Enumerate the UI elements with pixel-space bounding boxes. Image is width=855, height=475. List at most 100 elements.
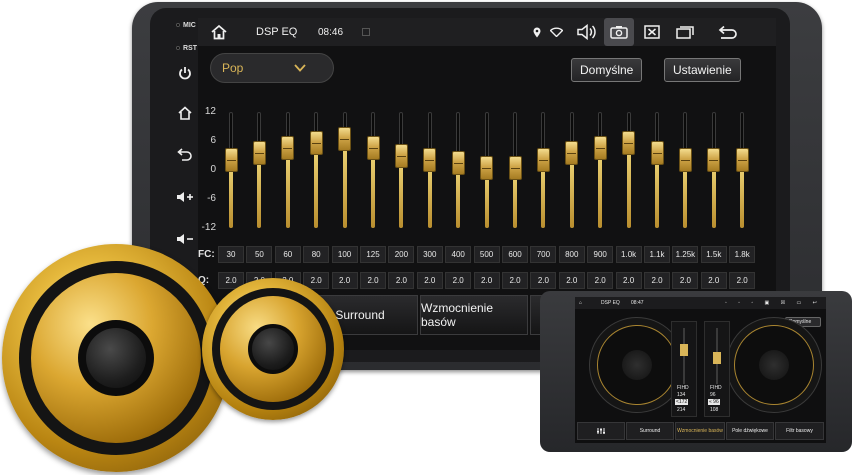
eq-slider-knob[interactable] xyxy=(423,148,437,173)
eq-slider-knob[interactable] xyxy=(622,131,636,156)
mini-home-icon[interactable]: ⌂ xyxy=(579,300,582,306)
q-value[interactable]: 2.0 xyxy=(615,272,642,289)
mini-right-value-3: 108 xyxy=(710,407,719,413)
volume-icon[interactable] xyxy=(577,18,597,46)
mini-tab-bass-boost[interactable]: Wzmocnienie basów xyxy=(675,422,725,440)
q-value[interactable]: 2.0 xyxy=(331,272,358,289)
fc-value[interactable]: 1.5k xyxy=(700,246,727,263)
fc-value[interactable]: 1.0k xyxy=(615,246,642,263)
q-value[interactable]: 2.0 xyxy=(672,272,699,289)
back-icon[interactable] xyxy=(171,143,199,165)
mini-left-value-1: 134 xyxy=(677,392,686,398)
fc-value[interactable]: 300 xyxy=(416,246,443,263)
fc-value[interactable]: 800 xyxy=(558,246,585,263)
volume-up-icon[interactable] xyxy=(171,186,199,208)
eq-slider-knob[interactable] xyxy=(735,148,749,173)
fc-value[interactable]: 125 xyxy=(360,246,386,263)
tab-bass-boost[interactable]: Wzmocnienie basów xyxy=(420,295,528,335)
fc-value[interactable]: 400 xyxy=(445,246,472,263)
eq-slider-knob[interactable] xyxy=(508,155,522,180)
fc-value[interactable]: 100 xyxy=(331,246,358,263)
power-icon[interactable] xyxy=(171,62,199,84)
q-value[interactable]: 2.0 xyxy=(729,272,756,289)
mini-tab-eq-icon[interactable] xyxy=(577,422,625,440)
eq-slider-knob[interactable] xyxy=(252,141,266,166)
mini-tab-bass-filter[interactable]: Filtr basowy xyxy=(775,422,824,440)
eq-slider-knob[interactable] xyxy=(309,131,323,156)
preset-dropdown[interactable]: Pop xyxy=(210,53,334,83)
fc-value[interactable]: 1.25k xyxy=(672,246,699,263)
mini-status-icons: ◦ ◦ ◦ ▣ ☒ ▭ ↩ xyxy=(725,300,822,306)
eq-slider-knob[interactable] xyxy=(593,136,607,161)
eq-slider-knob[interactable] xyxy=(480,155,494,180)
reset-button[interactable]: RST xyxy=(176,45,197,52)
screenshot-icon[interactable] xyxy=(604,18,634,46)
mini-tab-sound-field[interactable]: Pole dźwiękowe xyxy=(726,422,774,440)
eq-slider-knob[interactable] xyxy=(224,148,238,173)
q-value[interactable]: 2.0 xyxy=(473,272,500,289)
back-icon[interactable] xyxy=(718,18,738,46)
fc-value[interactable]: 500 xyxy=(473,246,500,263)
y-tick-label: -12 xyxy=(201,222,216,233)
home-icon[interactable] xyxy=(171,102,199,124)
eq-slider-knob[interactable] xyxy=(650,141,664,166)
fc-value[interactable]: 1.8k xyxy=(729,246,756,263)
q-value[interactable]: 2.0 xyxy=(445,272,472,289)
fc-value[interactable]: 700 xyxy=(530,246,557,263)
mini-right-value-2: « 96 xyxy=(708,399,720,405)
eq-slider-fill xyxy=(285,148,290,228)
q-value[interactable]: 2.0 xyxy=(700,272,727,289)
y-tick-label: -6 xyxy=(207,193,216,204)
mini-left-slider-panel: FIHD 134 <172 214 xyxy=(671,321,697,417)
multi-window-icon[interactable] xyxy=(676,18,694,46)
home-icon[interactable] xyxy=(210,18,228,46)
q-value[interactable]: 2.0 xyxy=(644,272,670,289)
mini-right-hub xyxy=(759,350,789,380)
default-button[interactable]: Domyślne xyxy=(571,58,643,82)
mini-right-knob[interactable] xyxy=(713,352,721,364)
eq-slider-knob[interactable] xyxy=(366,136,380,161)
q-value[interactable]: 2.0 xyxy=(587,272,614,289)
mini-right-value-1: 96 xyxy=(710,392,716,398)
fc-value[interactable]: 50 xyxy=(246,246,273,263)
status-bar: DSP EQ 08:46 xyxy=(198,18,776,46)
eq-slider-fill xyxy=(626,143,631,228)
app-title: DSP EQ xyxy=(256,26,298,38)
mini-left-value-2: <172 xyxy=(675,399,689,405)
eq-slider-knob[interactable] xyxy=(678,148,692,173)
fc-value[interactable]: 200 xyxy=(388,246,415,263)
fc-value[interactable]: 600 xyxy=(502,246,528,263)
q-value[interactable]: 2.0 xyxy=(416,272,443,289)
fc-value[interactable]: 60 xyxy=(274,246,301,263)
close-window-icon[interactable] xyxy=(644,18,660,46)
mini-app-title: DSP EQ xyxy=(601,300,620,306)
q-value[interactable]: 2.0 xyxy=(530,272,557,289)
eq-slider-knob[interactable] xyxy=(338,126,352,151)
notification-icon xyxy=(362,18,370,46)
eq-slider-knob[interactable] xyxy=(565,141,579,166)
eq-slider-fill xyxy=(342,138,347,228)
mini-right-slider-panel: FIHD 96 « 96 108 xyxy=(704,321,730,417)
mic-label: MIC xyxy=(183,22,196,29)
fc-value[interactable]: 80 xyxy=(303,246,330,263)
mini-tab-surround[interactable]: Surround xyxy=(626,422,674,440)
fc-value[interactable]: 30 xyxy=(218,246,244,263)
eq-slider-knob[interactable] xyxy=(451,150,465,175)
fc-value[interactable]: 1.1k xyxy=(644,246,670,263)
q-value[interactable]: 2.0 xyxy=(360,272,386,289)
eq-slider-knob[interactable] xyxy=(707,148,721,173)
q-value[interactable]: 2.0 xyxy=(558,272,585,289)
mini-right-label: FIHD xyxy=(710,385,722,391)
q-value[interactable]: 2.0 xyxy=(388,272,415,289)
y-tick-label: 0 xyxy=(210,164,216,175)
eq-slider-knob[interactable] xyxy=(536,148,550,173)
settings-button[interactable]: Ustawienie xyxy=(664,58,741,82)
q-value[interactable]: 2.0 xyxy=(502,272,528,289)
wifi-icon xyxy=(550,18,563,46)
eq-slider-knob[interactable] xyxy=(394,143,408,168)
volume-down-icon[interactable] xyxy=(171,228,199,250)
eq-slider-knob[interactable] xyxy=(281,136,295,161)
fc-value[interactable]: 900 xyxy=(587,246,614,263)
mini-left-knob[interactable] xyxy=(680,344,688,356)
mini-screen: ⌂ DSP EQ 08:47 ◦ ◦ ◦ ▣ ☒ ▭ ↩ Domyślne FI… xyxy=(575,297,826,443)
